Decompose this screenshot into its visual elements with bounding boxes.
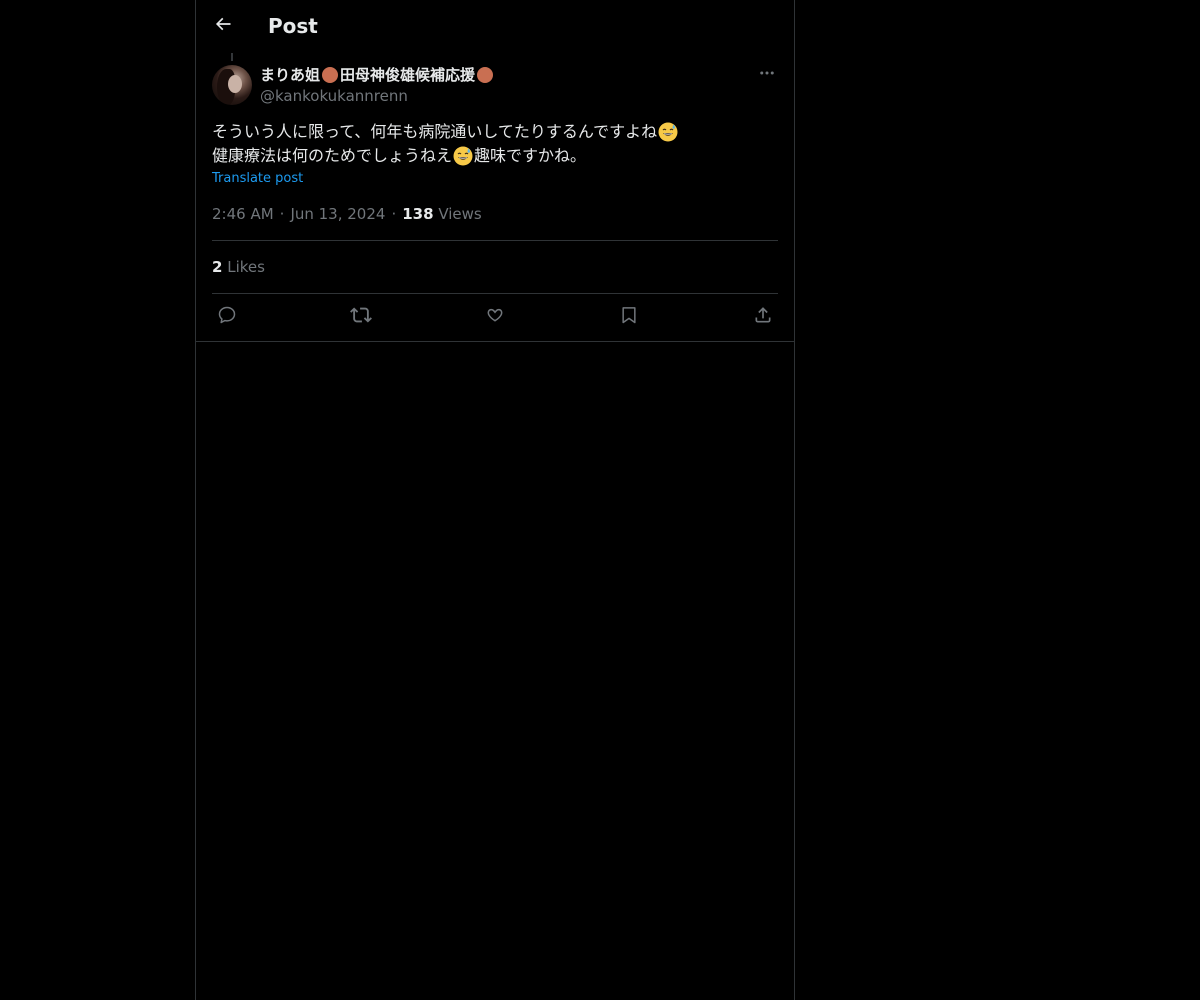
reply-icon: [217, 305, 237, 329]
page-header: Post: [196, 0, 794, 53]
thread-line: [231, 53, 233, 61]
author-handle[interactable]: @kankokukannrenn: [260, 86, 495, 106]
arrow-left-icon: [213, 14, 233, 38]
post-time[interactable]: 2:46 AM: [212, 205, 274, 223]
post-text: そういう人に限って、何年も病院通いしてたりするんですよね 健康療法は何のためでし…: [212, 120, 778, 168]
share-icon: [753, 305, 773, 329]
likes-label: Likes: [227, 258, 265, 276]
primary-column: Post まりあ姐 田母神俊雄候補応援 @kankokukannrenn そうい…: [195, 0, 795, 1000]
author-block: まりあ姐 田母神俊雄候補応援 @kankokukannrenn: [260, 64, 495, 106]
post-text-line: 健康療法は何のためでしょうねえ 趣味ですかね。: [212, 146, 587, 166]
author-display-name[interactable]: まりあ姐 田母神俊雄候補応援: [260, 64, 495, 86]
repost-icon: [350, 304, 372, 330]
like-button[interactable]: [480, 304, 510, 330]
bookmark-icon: [619, 305, 639, 329]
divider: [212, 240, 778, 241]
reply-button[interactable]: [212, 304, 242, 330]
brown-circle-emoji-icon: [477, 67, 494, 83]
translate-post-link[interactable]: Translate post: [212, 171, 303, 187]
more-options-button[interactable]: [756, 64, 778, 86]
divider: [212, 293, 778, 294]
author-name-part-1: まりあ姐: [260, 66, 321, 84]
post-date[interactable]: Jun 13, 2024: [290, 205, 385, 223]
brown-circle-emoji-icon: [322, 67, 339, 83]
page-title: Post: [268, 14, 318, 38]
likes-count: 2: [212, 258, 223, 276]
like-icon: [485, 305, 505, 329]
likes-row[interactable]: 2 Likes: [212, 257, 265, 277]
grinning-face-with-sweat-icon: [453, 146, 473, 166]
back-button[interactable]: [208, 11, 238, 41]
views-label: Views: [438, 205, 482, 223]
avatar[interactable]: [212, 65, 252, 105]
divider: [196, 341, 794, 342]
views-count: 138: [402, 205, 434, 223]
post-meta: 2:46 AM · Jun 13, 2024 · 138 Views: [212, 205, 482, 223]
grinning-face-with-sweat-icon: [658, 122, 678, 142]
share-button[interactable]: [748, 304, 778, 330]
post-actions-bar: [212, 304, 778, 330]
author-name-part-2: 田母神俊雄候補応援: [340, 66, 476, 84]
post-text-line: そういう人に限って、何年も病院通いしてたりするんですよね: [212, 120, 778, 144]
bookmark-button[interactable]: [614, 304, 644, 330]
repost-button[interactable]: [346, 304, 376, 330]
more-dots-icon: [758, 64, 776, 86]
